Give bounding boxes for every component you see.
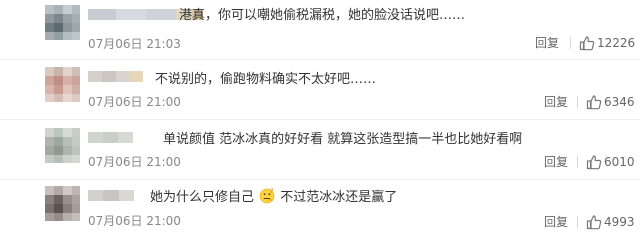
action-divider (577, 96, 578, 108)
thumbs-up-icon (586, 155, 602, 170)
comment-item: 港真，你可以嘲她偷税漏税，她的脸没话说吧…… 07月06日 21:03 回复 1… (0, 0, 640, 60)
avatar[interactable] (45, 5, 80, 40)
comment-text-part: 她为什么只修自己 (150, 190, 255, 205)
reply-button[interactable]: 回复 (544, 95, 568, 109)
like-count: 6010 (604, 155, 635, 169)
like-button[interactable]: 4993 (586, 214, 638, 230)
avatar[interactable] (45, 186, 80, 221)
thumbs-up-icon (579, 36, 595, 51)
reply-button[interactable]: 回复 (535, 36, 559, 50)
comment-time: 07月06日 21:03 (88, 37, 181, 51)
action-divider (577, 216, 578, 228)
comment-time: 07月06日 21:00 (88, 214, 181, 228)
comment-text: 单说颜值 范冰冰真的好好看 就算这张造型搞一半也比她好看啊 (163, 132, 523, 147)
action-divider (570, 37, 571, 49)
thumbs-up-icon (586, 95, 602, 110)
like-button[interactable]: 6010 (586, 154, 638, 170)
comment-text: 港真，你可以嘲她偷税漏税，她的脸没话说吧…… (179, 8, 466, 23)
like-button[interactable]: 6346 (586, 94, 638, 110)
reply-button[interactable]: 回复 (544, 215, 568, 229)
thinking-face-emoji: ? (259, 188, 275, 204)
comment-text: 不说别的，偷跑物料确实不太好吧…… (155, 72, 377, 87)
comment-time: 07月06日 21:00 (88, 155, 181, 169)
action-divider (577, 156, 578, 168)
reply-button[interactable]: 回复 (544, 155, 568, 169)
comment-text-part: 不过范冰冰还是赢了 (280, 190, 398, 205)
user-name-blurred[interactable] (88, 190, 134, 201)
thumbs-up-icon (586, 215, 602, 230)
avatar[interactable] (45, 128, 80, 163)
comment-text: 她为什么只修自己 ? 不过范冰冰还是赢了 (150, 188, 397, 207)
svg-text:?: ? (270, 188, 273, 195)
comment-time: 07月06日 21:00 (88, 95, 181, 109)
user-name-blurred[interactable] (88, 132, 133, 143)
avatar[interactable] (45, 67, 80, 102)
user-name-blurred[interactable] (88, 71, 143, 82)
like-count: 4993 (604, 215, 635, 229)
like-count: 6346 (604, 95, 635, 109)
like-button[interactable]: 12226 (579, 35, 639, 51)
comment-item: 她为什么只修自己 ? 不过范冰冰还是赢了 07月06日 21:00 回复 499… (0, 180, 640, 240)
like-count: 12226 (597, 36, 636, 50)
comment-item: 不说别的，偷跑物料确实不太好吧…… 07月06日 21:00 回复 6346 (0, 60, 640, 120)
comment-item: 单说颜值 范冰冰真的好好看 就算这张造型搞一半也比她好看啊 07月06日 21:… (0, 120, 640, 180)
